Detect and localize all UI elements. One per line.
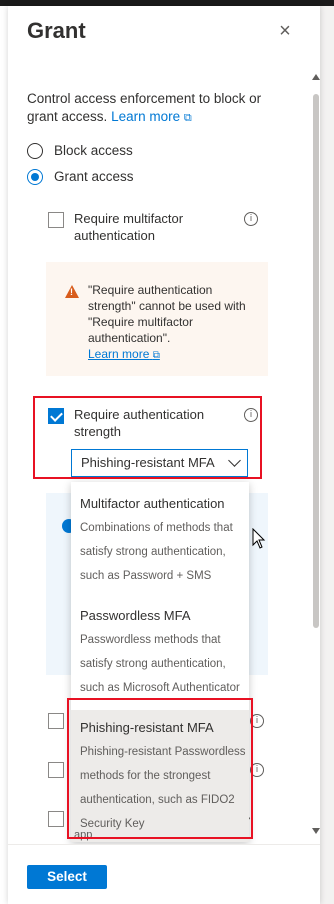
- external-link-icon: ⧉: [152, 350, 160, 361]
- menu-item-title: Passwordless MFA: [80, 608, 191, 623]
- panel-description: Control access enforcement to block or g…: [27, 90, 289, 127]
- warning-icon: !: [65, 285, 79, 298]
- grant-panel: Grant × Control access enforcement to bl…: [8, 6, 320, 904]
- background-page: [320, 6, 334, 904]
- info-icon[interactable]: i: [244, 212, 258, 226]
- external-link-icon: ⧉: [183, 112, 192, 124]
- scrollbar[interactable]: [312, 64, 320, 846]
- require-mfa-label: Require multifactor authentication: [74, 211, 184, 243]
- panel-footer: Select: [8, 844, 320, 904]
- scroll-up-icon[interactable]: [312, 74, 320, 80]
- grant-control-checkbox[interactable]: [48, 811, 64, 827]
- grant-access-radio[interactable]: Grant access: [27, 169, 227, 189]
- menu-item-passwordless[interactable]: Passwordless MFA Passwordless methods th…: [71, 592, 249, 702]
- block-access-radio[interactable]: Block access: [27, 143, 227, 163]
- highlight-box: [67, 698, 253, 839]
- panel-title: Grant: [27, 18, 86, 43]
- menu-item-title: Multifactor authentication: [80, 496, 225, 511]
- radio-circle: [27, 143, 43, 159]
- require-mfa-checkbox[interactable]: [48, 212, 64, 228]
- grant-control-checkbox[interactable]: [48, 713, 64, 729]
- close-icon[interactable]: ×: [274, 20, 296, 42]
- scroll-down-icon[interactable]: [312, 828, 320, 834]
- block-access-label: Block access: [54, 143, 133, 158]
- scrollbar-thumb[interactable]: [313, 94, 319, 628]
- grant-access-label: Grant access: [54, 169, 134, 184]
- select-button[interactable]: Select: [27, 865, 107, 889]
- warning-message: ! "Require authentication strength" cann…: [46, 262, 268, 376]
- radio-circle-selected: [27, 169, 43, 185]
- warning-text: "Require authentication strength" cannot…: [88, 283, 246, 361]
- menu-item-description: Passwordless methods that satisfy strong…: [80, 634, 240, 694]
- warning-learn-more-link[interactable]: Learn more ⧉: [88, 347, 160, 361]
- highlight-box: [33, 396, 262, 479]
- grant-control-checkbox[interactable]: [48, 762, 64, 778]
- menu-item-multifactor[interactable]: Multifactor authentication Combinations …: [71, 482, 249, 592]
- menu-item-description: Combinations of methods that satisfy str…: [80, 522, 233, 582]
- learn-more-link[interactable]: Learn more ⧉: [111, 109, 192, 124]
- mouse-cursor-icon: [252, 528, 266, 549]
